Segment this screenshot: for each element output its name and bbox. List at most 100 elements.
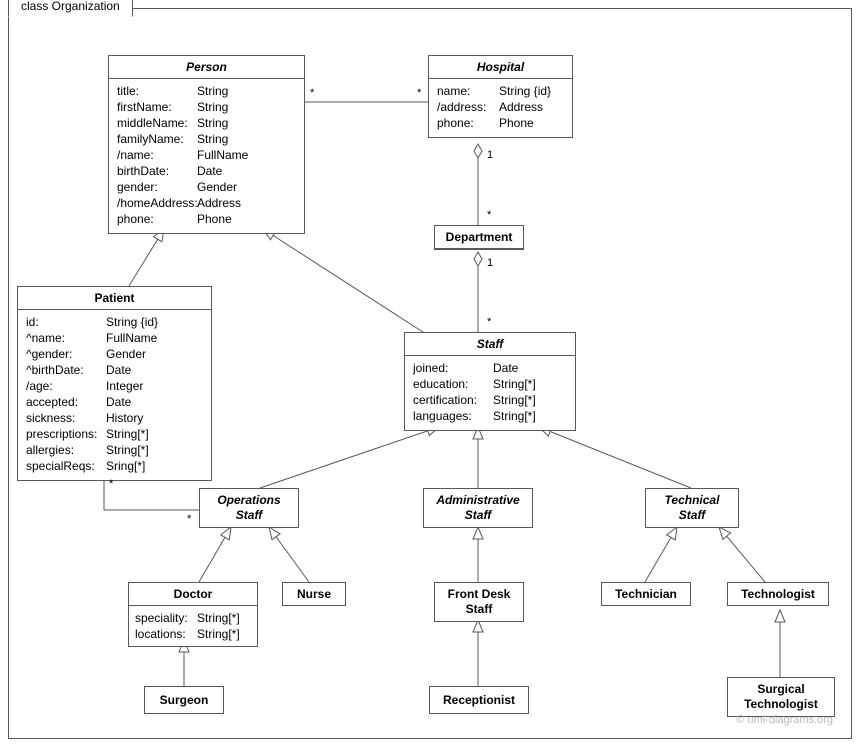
attribute-name: /homeAddress:	[117, 195, 197, 211]
attribute-row: /address:Address	[437, 99, 564, 115]
attribute-row: gender:Gender	[117, 179, 296, 195]
multiplicity: 1	[487, 257, 493, 269]
class-administrative-staff: AdministrativeStaff	[423, 488, 533, 528]
attribute-row: phone:Phone	[437, 115, 564, 131]
attribute-name: allergies:	[26, 442, 106, 458]
multiplicity: *	[487, 316, 491, 328]
class-title: Doctor	[129, 583, 257, 606]
class-attrs: joined:Dateeducation:String[*]certificat…	[405, 356, 575, 430]
class-operations-staff: OperationsStaff	[199, 488, 299, 528]
attribute-name: languages:	[413, 408, 493, 424]
attribute-name: familyName:	[117, 131, 197, 147]
class-attrs: title:StringfirstName:StringmiddleName:S…	[109, 79, 304, 233]
attribute-type: String[*]	[493, 376, 536, 392]
attribute-type: String {id}	[499, 83, 551, 99]
attribute-name: phone:	[437, 115, 499, 131]
class-title: Patient	[18, 287, 211, 310]
class-title: Surgeon	[145, 693, 223, 707]
attribute-row: sickness:History	[26, 410, 203, 426]
attribute-row: speciality:String[*]	[135, 610, 251, 626]
diagram-frame: class Organization	[8, 8, 852, 739]
attribute-name: middleName:	[117, 115, 197, 131]
class-technologist: Technologist	[727, 582, 829, 606]
class-attrs: id:String {id}^name:FullName^gender:Gend…	[18, 310, 211, 480]
attribute-type: Sring[*]	[106, 458, 145, 474]
attribute-type: Phone	[499, 115, 534, 131]
attribute-name: education:	[413, 376, 493, 392]
class-person: Person title:StringfirstName:Stringmiddl…	[108, 55, 305, 234]
class-title: Technician	[602, 587, 690, 601]
attribute-row: birthDate:Date	[117, 163, 296, 179]
diagram-canvas: class Organization	[0, 0, 860, 747]
attribute-name: locations:	[135, 626, 197, 642]
class-hospital: Hospital name:String {id}/address:Addres…	[428, 55, 573, 138]
attribute-row: familyName:String	[117, 131, 296, 147]
class-patient: Patient id:String {id}^name:FullName^gen…	[17, 286, 212, 481]
class-title: Hospital	[429, 56, 572, 79]
attribute-name: /name:	[117, 147, 197, 163]
attribute-name: certification:	[413, 392, 493, 408]
class-title: Person	[109, 56, 304, 79]
multiplicity: *	[487, 209, 491, 221]
attribute-name: birthDate:	[117, 163, 197, 179]
attribute-row: locations:String[*]	[135, 626, 251, 642]
attribute-name: firstName:	[117, 99, 197, 115]
class-technician: Technician	[601, 582, 691, 606]
class-title: TechnicalStaff	[646, 493, 738, 523]
attribute-row: middleName:String	[117, 115, 296, 131]
attribute-row: title:String	[117, 83, 296, 99]
attribute-name: name:	[437, 83, 499, 99]
class-title: Technologist	[728, 587, 828, 601]
class-front-desk-staff: Front DeskStaff	[434, 582, 524, 622]
attribute-type: String[*]	[106, 442, 149, 458]
attribute-row: firstName:String	[117, 99, 296, 115]
attribute-name: /age:	[26, 378, 106, 394]
attribute-type: String[*]	[493, 392, 536, 408]
attribute-name: joined:	[413, 360, 493, 376]
attribute-row: phone:Phone	[117, 211, 296, 227]
class-title: Nurse	[283, 587, 345, 601]
class-staff: Staff joined:Dateeducation:String[*]cert…	[404, 332, 576, 431]
class-title: AdministrativeStaff	[424, 493, 532, 523]
attribute-name: /address:	[437, 99, 499, 115]
attribute-type: Date	[106, 394, 131, 410]
attribute-row: ^gender:Gender	[26, 346, 203, 362]
attribute-row: specialReqs:Sring[*]	[26, 458, 203, 474]
class-department: Department	[434, 225, 524, 250]
attribute-row: allergies:String[*]	[26, 442, 203, 458]
attribute-name: ^birthDate:	[26, 362, 106, 378]
attribute-type: String	[197, 131, 228, 147]
frame-title: class Organization	[8, 0, 133, 17]
attribute-row: ^name:FullName	[26, 330, 203, 346]
multiplicity: *	[417, 87, 421, 99]
class-title: SurgicalTechnologist	[728, 682, 834, 712]
class-receptionist: Receptionist	[429, 686, 529, 714]
attribute-type: History	[106, 410, 143, 426]
attribute-type: String {id}	[106, 314, 158, 330]
class-title: Receptionist	[430, 693, 528, 707]
attribute-row: joined:Date	[413, 360, 567, 376]
attribute-type: String[*]	[197, 610, 240, 626]
class-surgeon: Surgeon	[144, 686, 224, 714]
attribute-name: accepted:	[26, 394, 106, 410]
attribute-row: languages:String[*]	[413, 408, 567, 424]
attribute-name: ^gender:	[26, 346, 106, 362]
attribute-type: Integer	[106, 378, 143, 394]
attribute-row: /age:Integer	[26, 378, 203, 394]
attribute-type: String[*]	[106, 426, 149, 442]
attribute-name: ^name:	[26, 330, 106, 346]
attribute-type: String	[197, 99, 228, 115]
attribute-type: Phone	[197, 211, 232, 227]
class-doctor: Doctor speciality:String[*]locations:Str…	[128, 582, 258, 647]
attribute-name: prescriptions:	[26, 426, 106, 442]
attribute-name: sickness:	[26, 410, 106, 426]
attribute-type: String[*]	[493, 408, 536, 424]
attribute-type: String	[197, 115, 228, 131]
attribute-name: speciality:	[135, 610, 197, 626]
attribute-row: id:String {id}	[26, 314, 203, 330]
attribute-type: FullName	[106, 330, 157, 346]
attribute-type: String[*]	[197, 626, 240, 642]
attribute-row: /homeAddress:Address	[117, 195, 296, 211]
attribute-type: Address	[499, 99, 543, 115]
attribute-name: id:	[26, 314, 106, 330]
